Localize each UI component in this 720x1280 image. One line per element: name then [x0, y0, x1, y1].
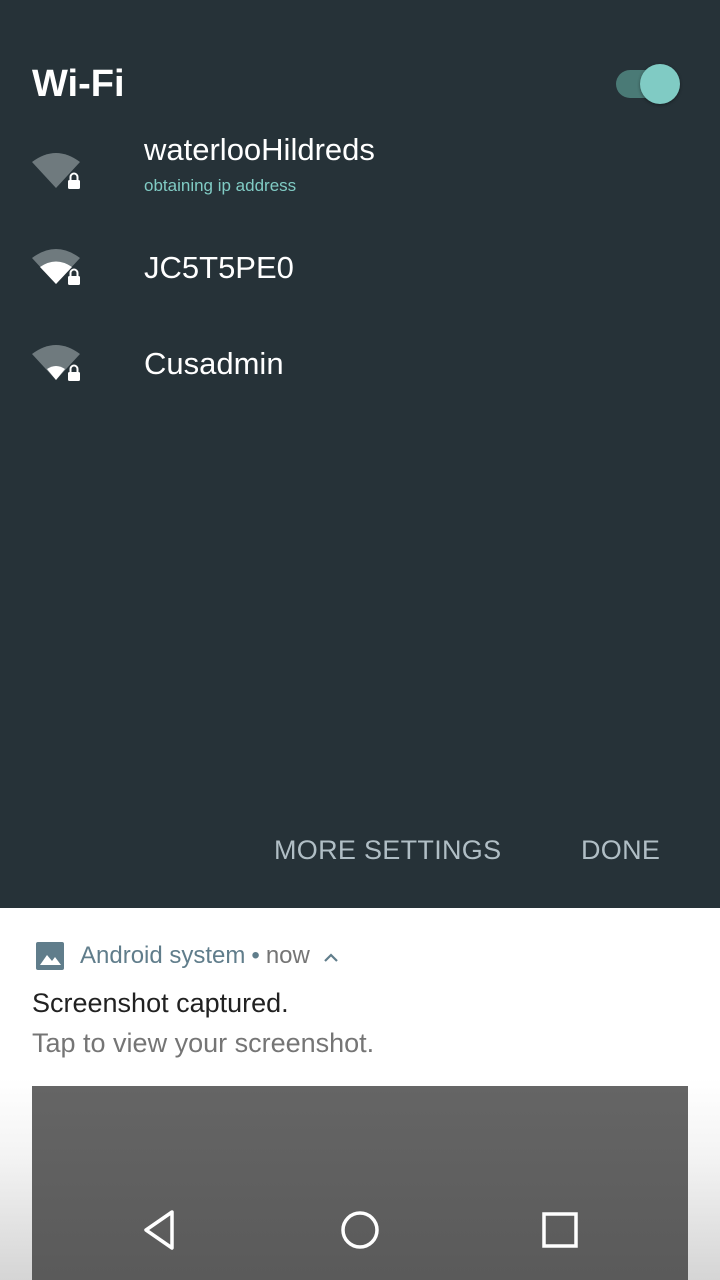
network-name: waterlooHildreds [144, 132, 375, 167]
wifi-toggle[interactable] [614, 64, 684, 104]
network-row-waterloohildreds[interactable]: waterlooHildreds obtaining ip address [0, 120, 720, 216]
lock-icon [68, 268, 80, 285]
toggle-thumb [640, 64, 680, 104]
chevron-up-icon[interactable] [323, 951, 339, 963]
wifi-signal-medium-icon [32, 249, 80, 285]
network-name: JC5T5PE0 [144, 250, 294, 285]
wifi-panel: Wi-Fi waterlooHildreds obtaining ip addr… [0, 0, 720, 908]
network-row-jc5t5pe0[interactable]: JC5T5PE0 [0, 218, 720, 314]
back-triangle-icon [144, 1210, 174, 1250]
notification-title: Screenshot captured. [32, 988, 289, 1018]
network-row-cusadmin[interactable]: Cusadmin [0, 314, 720, 410]
lock-icon [68, 172, 80, 189]
network-name: Cusadmin [144, 346, 284, 381]
separator-dot: • [251, 942, 260, 969]
network-status: obtaining ip address [144, 176, 297, 195]
home-circle-icon [341, 1211, 379, 1249]
notification-text: Tap to view your screenshot. [32, 1028, 375, 1058]
screenshot-notification[interactable]: Android system • now Screenshot captured. … [0, 908, 720, 1280]
notification-time: now [265, 942, 310, 969]
recents-square-icon [542, 1212, 578, 1248]
wifi-title: Wi-Fi [32, 63, 125, 105]
more-settings-button[interactable]: MORE SETTINGS [274, 832, 501, 868]
lock-icon [68, 364, 80, 381]
notification-app-name: Android system [80, 942, 246, 969]
done-button[interactable]: DONE [581, 832, 660, 868]
image-icon [36, 942, 64, 970]
screenshot-preview[interactable] [32, 1086, 688, 1280]
wifi-signal-weak-icon [32, 345, 80, 381]
wifi-signal-weak-icon [32, 153, 80, 189]
notification-header: Android system • now [80, 940, 339, 972]
